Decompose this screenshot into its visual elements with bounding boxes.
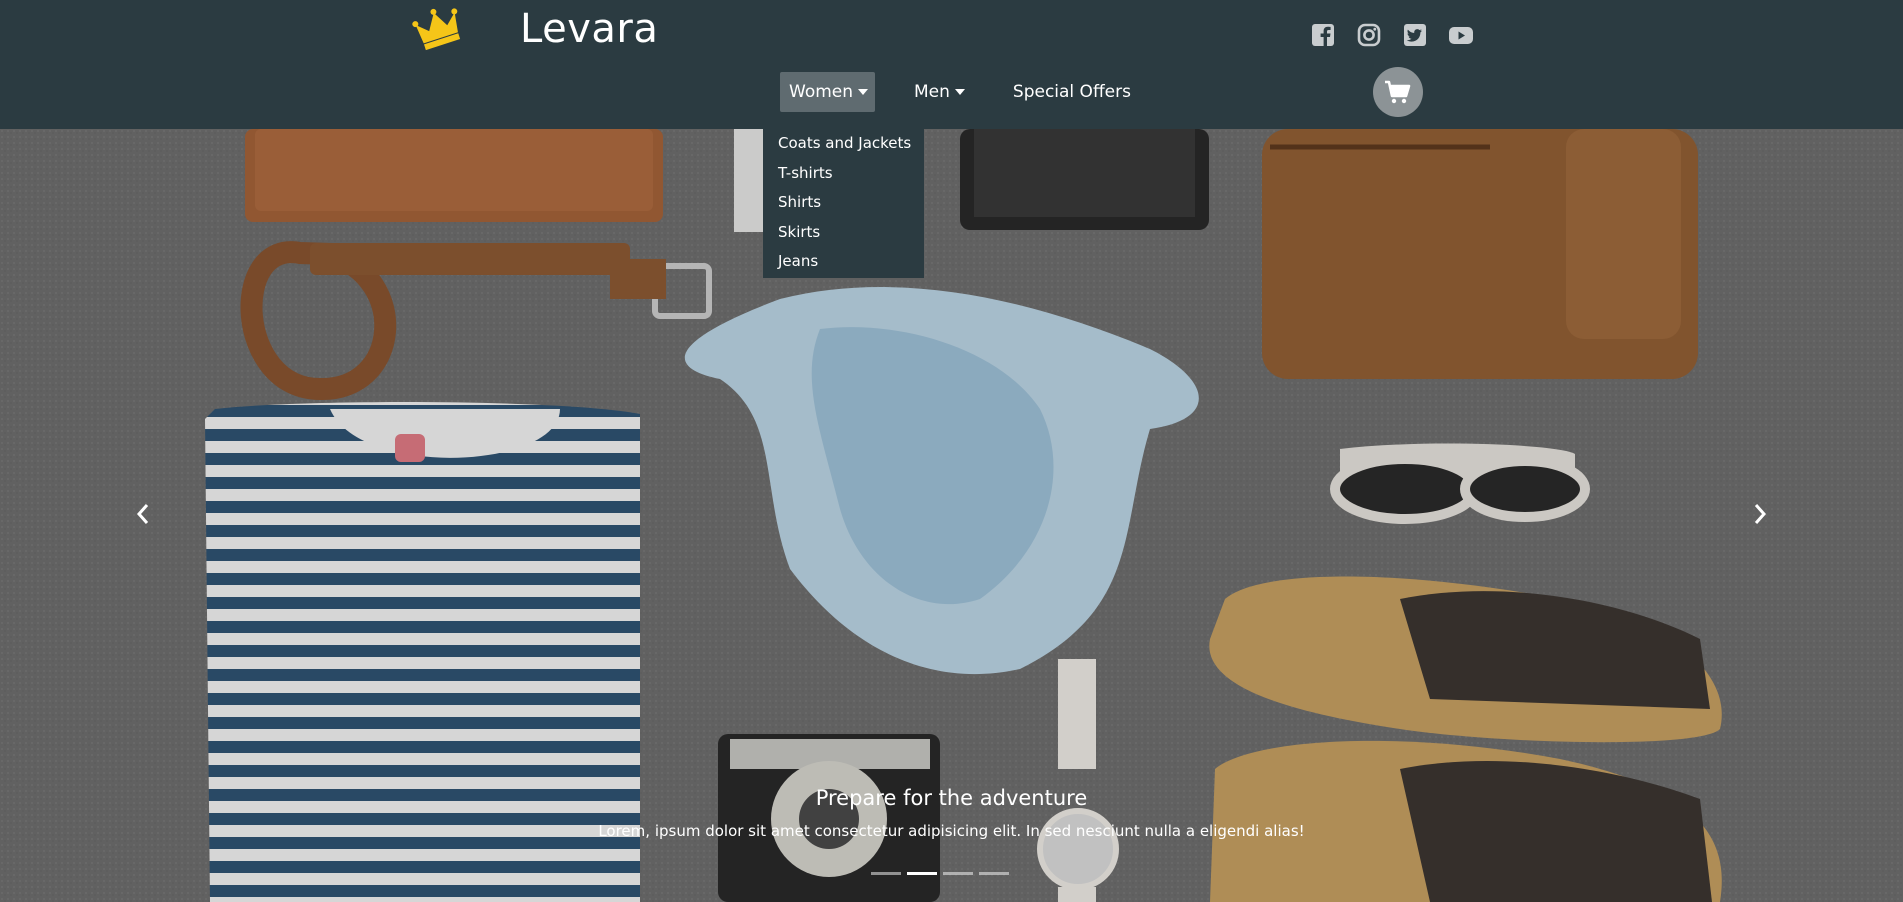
facebook-icon[interactable]: [1310, 22, 1336, 48]
chevron-left-icon: [136, 504, 149, 524]
dropdown-item-t-shirts[interactable]: T-shirts: [763, 159, 924, 189]
carousel-caption-title: Prepare for the adventure: [815, 786, 1088, 810]
dropdown-item-jeans[interactable]: Jeans: [763, 247, 924, 277]
social-links: [1310, 22, 1474, 48]
carousel-indicator[interactable]: [979, 872, 1009, 875]
carousel-indicators: [871, 872, 1009, 875]
brand-name[interactable]: Levara: [520, 6, 658, 52]
youtube-icon[interactable]: [1448, 22, 1474, 48]
dropdown-item-skirts[interactable]: Skirts: [763, 218, 924, 248]
nav-men-dropdown[interactable]: Men: [905, 72, 974, 112]
chevron-right-icon: [1754, 504, 1767, 524]
instagram-icon[interactable]: [1356, 22, 1382, 48]
caret-down-icon: [858, 89, 869, 95]
carousel-caption-text: Lorem, ipsum dolor sit amet consectetur …: [598, 822, 1305, 840]
cart-button[interactable]: [1373, 67, 1423, 117]
twitter-icon[interactable]: [1402, 22, 1428, 48]
carousel-prev-button[interactable]: [128, 499, 158, 529]
dropdown-item-shirts[interactable]: Shirts: [763, 188, 924, 218]
caret-down-icon: [954, 89, 965, 95]
carousel-indicator[interactable]: [943, 872, 973, 875]
carousel-next-button[interactable]: [1745, 499, 1775, 529]
carousel-indicator[interactable]: [871, 872, 901, 875]
site-header: Levara Women Men Special Offers: [0, 0, 1903, 129]
dropdown-item-coats-jackets[interactable]: Coats and Jackets: [763, 129, 924, 159]
nav-women-dropdown[interactable]: Women: [780, 72, 875, 112]
nav-men-label: Men: [914, 82, 950, 102]
main-nav: Women Men Special Offers: [780, 72, 1140, 112]
nav-women-label: Women: [789, 82, 854, 102]
nav-special-offers[interactable]: Special Offers: [1004, 72, 1140, 112]
cart-icon: [1385, 80, 1411, 104]
carousel-indicator[interactable]: [907, 872, 937, 875]
women-dropdown-menu: Coats and Jackets T-shirts Shirts Skirts…: [763, 129, 924, 278]
crown-icon[interactable]: [412, 4, 466, 54]
hero-carousel: Prepare for the adventure Lorem, ipsum d…: [0, 129, 1903, 902]
